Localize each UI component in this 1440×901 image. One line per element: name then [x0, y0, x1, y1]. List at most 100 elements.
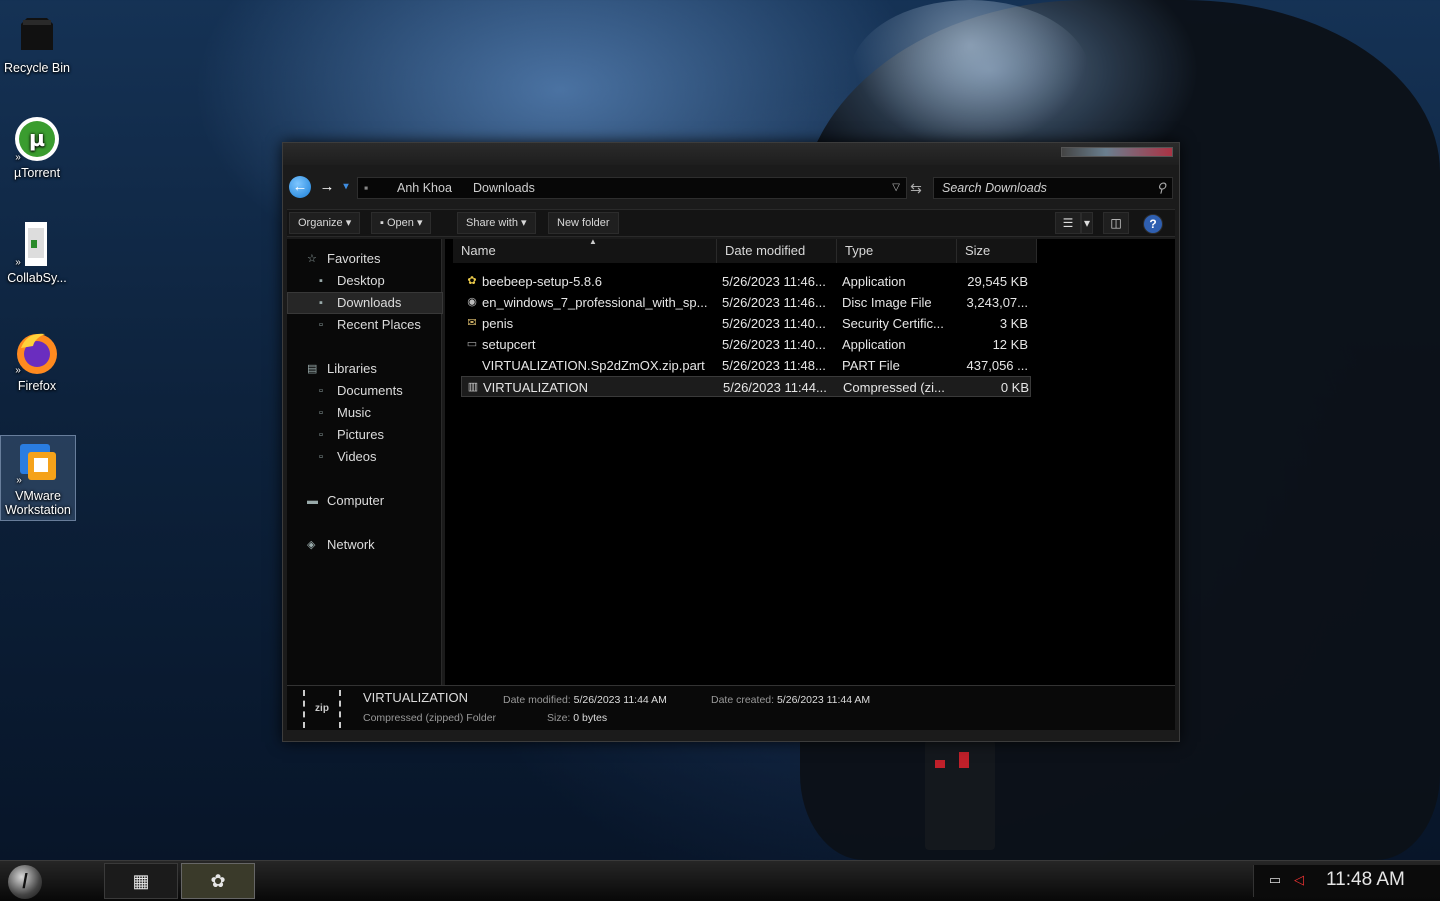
search-icon[interactable]: ⚲: [1156, 178, 1166, 198]
file-row[interactable]: ✿ beebeep-setup-5.8.6 5/26/2023 11:46...…: [461, 271, 1031, 292]
nav-pictures[interactable]: ▫ Pictures: [287, 425, 441, 445]
details-file-type: Compressed (zipped) Folder: [363, 712, 497, 724]
start-button[interactable]: /: [8, 865, 42, 899]
nav-downloads[interactable]: ▪ Downloads: [287, 292, 443, 314]
system-tray: ▭ ◁ 11:48 AM: [1253, 865, 1440, 897]
vmware-icon: »: [14, 438, 62, 486]
wallpaper-highlight: [850, 0, 1090, 150]
window-titlebar[interactable]: [283, 143, 1179, 165]
search-box[interactable]: ⚲: [933, 177, 1173, 199]
clock[interactable]: 11:48 AM: [1326, 869, 1405, 891]
file-row[interactable]: ▭ setupcert 5/26/2023 11:40... Applicati…: [461, 334, 1031, 355]
application-icon: ✿: [467, 275, 477, 287]
navigation-pane: ☆ Favorites ▪ Desktop ▪ Downloads ▫ Recent P…: [287, 239, 443, 685]
desktop-icon-firefox[interactable]: » Firefox: [0, 328, 74, 393]
open-button[interactable]: ▪ Open ▾: [371, 212, 432, 234]
nav-desktop[interactable]: ▪ Desktop: [287, 271, 441, 291]
desktop-icon-label: µTorrent: [13, 166, 61, 180]
view-options-button[interactable]: ☰: [1055, 212, 1081, 234]
preview-pane-button[interactable]: ◫: [1103, 212, 1129, 234]
chevron-down-icon: ▾: [416, 217, 423, 229]
application-icon: ▭: [466, 338, 478, 350]
desktop-icon-recycle-bin[interactable]: Recycle Bin: [0, 10, 74, 75]
nav-music[interactable]: ▫ Music: [287, 403, 441, 423]
nav-recent-places[interactable]: ▫ Recent Places: [287, 315, 441, 335]
file-row-selected[interactable]: ▥ VIRTUALIZATION 5/26/2023 11:44... Comp…: [461, 376, 1031, 397]
pictures-icon: ▫: [319, 429, 323, 441]
app-icon: ▪: [380, 217, 384, 229]
firefox-icon: »: [13, 328, 61, 376]
recent-places-icon: ▫: [319, 319, 323, 331]
nav-documents[interactable]: ▫ Documents: [287, 381, 441, 401]
chevron-down-icon: ▾: [343, 181, 349, 192]
taskbar-beebeep-button[interactable]: ✿: [181, 863, 255, 899]
arrow-right-icon: →: [319, 178, 335, 195]
new-folder-button[interactable]: New folder: [548, 212, 619, 234]
recycle-bin-icon: [13, 10, 61, 58]
file-row[interactable]: VIRTUALIZATION.Sp2dZmOX.zip.part 5/26/20…: [461, 355, 1031, 376]
column-header-type[interactable]: Type: [837, 239, 957, 263]
view-dropdown-button[interactable]: ▾: [1081, 212, 1093, 234]
window-caption-buttons[interactable]: [1061, 147, 1173, 157]
videos-icon: ▫: [319, 451, 323, 463]
explorer-icon: ▦: [132, 871, 150, 891]
nav-libraries[interactable]: ▤ Libraries: [287, 359, 441, 379]
breadcrumb-item[interactable]: Anh Khoa: [397, 178, 452, 198]
svg-text:µ: µ: [29, 127, 45, 152]
nav-computer[interactable]: ▬ Computer: [287, 491, 441, 511]
nav-favorites[interactable]: ☆ Favorites: [287, 249, 441, 269]
zip-folder-icon: ▥: [467, 381, 479, 393]
preview-pane-icon: ◫: [1110, 216, 1122, 230]
folder-icon: ▪: [364, 181, 369, 195]
action-center-icon[interactable]: ▭: [1266, 871, 1284, 889]
file-list: Name ▲ Date modified Type Size ✿ beebeep-…: [445, 237, 1175, 685]
column-header-name[interactable]: Name ▲: [453, 237, 717, 263]
organize-button[interactable]: Organize ▾: [289, 212, 361, 234]
desktop-icon-vmware[interactable]: » VMware Workstation: [0, 435, 76, 521]
forward-button[interactable]: →: [316, 176, 338, 198]
recent-pages-button[interactable]: ▾: [341, 176, 351, 198]
taskbar: / ▦ ✿ ▭ ◁ 11:48 AM: [0, 860, 1440, 901]
music-icon: ▫: [319, 407, 323, 419]
desktop-icon-label: VMware Workstation: [5, 489, 71, 517]
file-row[interactable]: ◉ en_windows_7_professional_with_sp... 5…: [461, 292, 1031, 313]
file-icon: [465, 358, 479, 372]
search-input[interactable]: [934, 180, 1144, 196]
computer-icon: ▬: [307, 495, 318, 507]
arrow-left-icon: ←: [292, 178, 308, 195]
collabsync-icon: »: [13, 220, 61, 268]
library-icon: ▤: [307, 363, 318, 375]
nav-network[interactable]: ◈ Network: [287, 535, 441, 555]
taskbar-explorer-button[interactable]: ▦: [104, 863, 178, 899]
desktop-icon-utorrent[interactable]: µ » µTorrent: [0, 115, 74, 180]
chevron-down-icon: ▾: [345, 217, 352, 229]
back-button[interactable]: ←: [289, 176, 311, 198]
refresh-icon: ⇆: [910, 180, 922, 196]
column-header-size[interactable]: Size: [957, 239, 1037, 263]
view-list-icon: ☰: [1062, 216, 1074, 230]
chevron-down-icon: ▾: [521, 217, 527, 229]
file-row[interactable]: ✉ penis 5/26/2023 11:40... Security Cert…: [461, 313, 1031, 334]
chevron-down-icon[interactable]: ▽: [892, 178, 900, 198]
details-pane: zip VIRTUALIZATION Compressed (zipped) F…: [287, 685, 1175, 730]
zip-folder-icon: zip: [303, 690, 341, 728]
refresh-button[interactable]: ⇆: [907, 179, 925, 197]
details-date-modified: Date modified: 5/26/2023 11:44 AM: [503, 694, 667, 706]
share-with-button[interactable]: Share with ▾: [457, 212, 536, 234]
desktop-icon: ▪: [319, 275, 323, 287]
star-icon: ☆: [307, 253, 317, 265]
column-header-date-modified[interactable]: Date modified: [717, 239, 837, 263]
navigation-bar: ← → ▾ ▪ Anh Khoa Downloads ▽ ⇆ ⚲: [283, 173, 1179, 201]
volume-muted-icon[interactable]: ◁: [1290, 871, 1308, 889]
bee-icon: ✿: [210, 871, 226, 891]
breadcrumb-item[interactable]: Downloads: [473, 178, 535, 198]
network-icon: ◈: [307, 539, 316, 551]
details-file-name: VIRTUALIZATION: [363, 690, 468, 705]
help-button[interactable]: ?: [1143, 214, 1163, 234]
explorer-window: ← → ▾ ▪ Anh Khoa Downloads ▽ ⇆ ⚲ Organiz…: [282, 142, 1180, 742]
desktop-icon-label: CollabSy...: [7, 271, 67, 285]
nav-videos[interactable]: ▫ Videos: [287, 447, 441, 467]
desktop-icon-collabsync[interactable]: » CollabSy...: [0, 220, 74, 285]
address-bar[interactable]: ▪ Anh Khoa Downloads ▽: [357, 177, 907, 199]
certificate-icon: ✉: [467, 317, 477, 329]
